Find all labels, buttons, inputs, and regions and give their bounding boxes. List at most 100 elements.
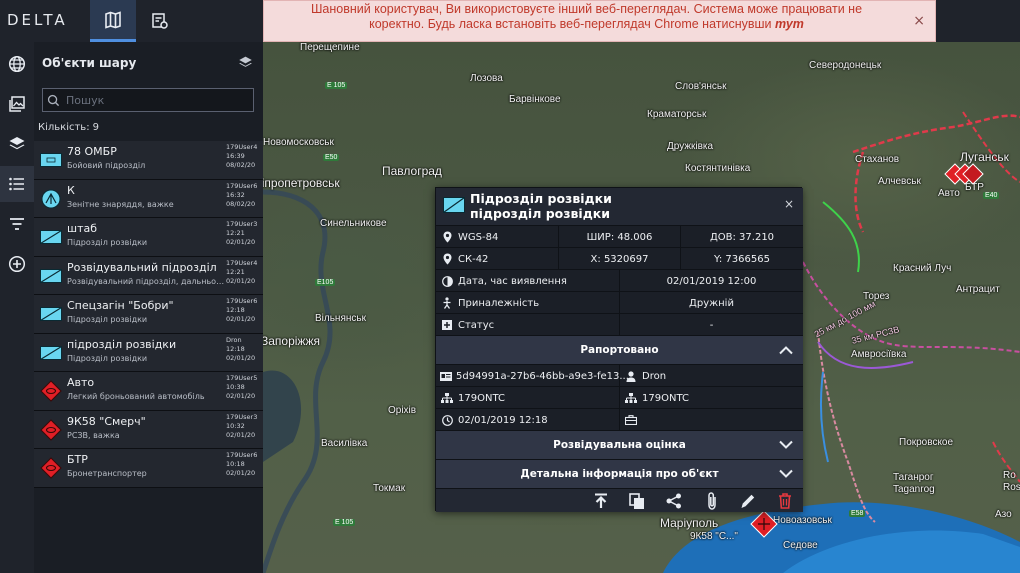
item-date: 08/02/20 bbox=[226, 161, 256, 169]
organization: 179ONTC bbox=[642, 392, 689, 404]
layers-icon bbox=[9, 137, 25, 150]
combat-unit-icon bbox=[39, 151, 63, 169]
add-button[interactable] bbox=[0, 246, 34, 282]
left-toolbar bbox=[0, 42, 34, 573]
close-icon[interactable]: × bbox=[913, 13, 925, 29]
wgs-cell: WGS-84 bbox=[436, 226, 559, 248]
reported-org-row: 179ONTC 179ONTC bbox=[436, 386, 803, 409]
lon-label: ДОВ: bbox=[709, 231, 736, 243]
lat-value: 48.006 bbox=[617, 231, 653, 243]
recon-unit-icon bbox=[39, 267, 63, 285]
item-description: Підрозділ розвідки bbox=[67, 238, 148, 247]
layer-settings-icon bbox=[152, 13, 168, 29]
warning-link[interactable]: тут bbox=[775, 17, 804, 31]
hostile-marker-group[interactable] bbox=[943, 162, 987, 190]
filter-button[interactable] bbox=[0, 206, 34, 242]
chevron-down-icon bbox=[779, 440, 793, 449]
list-button[interactable] bbox=[0, 166, 34, 202]
person-icon bbox=[443, 297, 451, 309]
coord-system: WGS-84 bbox=[458, 231, 499, 243]
item-time: 10:32 bbox=[226, 421, 245, 430]
list-item[interactable]: 9К58 "Смерч" РСЗВ, важка 179User3 10:32 02/0… bbox=[34, 410, 263, 449]
city-label: Токмак bbox=[373, 483, 406, 494]
city-label: Таганрог Taganrog bbox=[893, 472, 935, 495]
share-button[interactable] bbox=[665, 492, 683, 510]
list-item[interactable]: Спецзагін "Бобри" Підрозділ розвідки 179Us… bbox=[34, 295, 263, 334]
images-button[interactable] bbox=[0, 86, 34, 122]
hostile-unit-icon bbox=[39, 418, 63, 441]
report-user: Dron bbox=[642, 370, 667, 382]
organization-icon bbox=[441, 392, 453, 403]
item-name: штаб bbox=[67, 222, 97, 235]
popup-subtitle: підрозділ розвідки bbox=[470, 206, 611, 221]
list-item[interactable]: підрозділ розвідки Підрозділ розвідки Dron… bbox=[34, 333, 263, 372]
city-label: Антрацит bbox=[956, 284, 1000, 295]
copy-button[interactable] bbox=[628, 492, 646, 510]
layers-button[interactable] bbox=[0, 126, 34, 162]
affiliation-label: Приналежність bbox=[458, 297, 540, 309]
search-input[interactable] bbox=[66, 93, 246, 107]
list-item[interactable]: Авто Легкий броньований автомобіль 179User… bbox=[34, 372, 263, 411]
edit-button[interactable] bbox=[739, 492, 757, 510]
layers-switch-button[interactable] bbox=[238, 55, 253, 74]
city-label: Ros bbox=[1003, 482, 1020, 493]
item-user: 179User4 bbox=[226, 258, 258, 267]
city-label: Азо bbox=[995, 509, 1012, 520]
tools-tab[interactable] bbox=[137, 0, 183, 42]
delete-button[interactable] bbox=[776, 492, 794, 510]
map-tab[interactable] bbox=[90, 0, 136, 42]
item-user: 179User6 bbox=[226, 181, 258, 190]
report-id-cell: 5d94991a-27b6-46bb-a9e3-fe13... bbox=[436, 365, 629, 387]
reported-section-header[interactable]: Рапортовано bbox=[436, 335, 803, 364]
detection-date-row: Дата, час виявлення 02/01/2019 12:00 bbox=[436, 269, 803, 292]
intel-assessment-title: Розвідувальна оцінка bbox=[553, 439, 686, 451]
export-button[interactable] bbox=[592, 492, 610, 510]
hostile-unit-icon bbox=[39, 457, 63, 479]
list-item[interactable]: 78 ОМБР Бойовий підрозділ 179User4 16:39 08/… bbox=[34, 141, 263, 180]
city-label: Дружківка bbox=[667, 141, 714, 152]
report-case-cell bbox=[620, 409, 803, 431]
add-circle-icon bbox=[8, 255, 26, 273]
item-time: 12:21 bbox=[226, 267, 245, 276]
close-icon[interactable]: × bbox=[784, 197, 794, 211]
browser-warning: Шановний користувач, Ви використовуєте і… bbox=[263, 0, 936, 42]
report-time-cell: 02/01/2019 12:18 bbox=[436, 409, 620, 431]
report-id: 5d94991a-27b6-46bb-a9e3-fe13... bbox=[456, 370, 629, 382]
x-cell: X: 5320697 bbox=[559, 248, 681, 270]
city-label: Оріхів bbox=[388, 405, 417, 416]
paperclip-icon bbox=[708, 492, 716, 510]
status-label: Статус bbox=[458, 319, 495, 331]
recon-unit-icon bbox=[443, 197, 465, 213]
panel-title: Об'єкти шару bbox=[42, 56, 137, 70]
item-time: 12:21 bbox=[226, 229, 245, 237]
org-cell-2: 179ONTC bbox=[620, 387, 803, 409]
item-time: 10:18 bbox=[226, 460, 245, 468]
affiliation-row: Приналежність Дружній bbox=[436, 291, 803, 314]
hostile-marker-smerch[interactable] bbox=[749, 509, 779, 539]
city-label: Стаханов bbox=[855, 154, 900, 165]
range-line-green bbox=[822, 201, 860, 273]
list-item[interactable]: Розвідувальний підрозділ Розвідувальний п… bbox=[34, 256, 263, 295]
object-details-section[interactable]: Детальна інформація про об'єкт bbox=[436, 459, 803, 488]
item-meta: 179User6 16:32 08/02/20 bbox=[226, 182, 262, 209]
item-user: 179User6 bbox=[226, 451, 258, 459]
item-user: 179User5 bbox=[226, 374, 258, 382]
item-name: підрозділ розвідки bbox=[67, 337, 177, 351]
city-label: Павлоград bbox=[382, 164, 442, 178]
warning-line2: коректно. Будь ласка встановіть веб-пере… bbox=[369, 17, 772, 31]
item-time: 16:39 bbox=[226, 152, 245, 160]
image-icon bbox=[9, 96, 25, 112]
attach-button[interactable] bbox=[703, 492, 721, 510]
city-label: Амвросіївка bbox=[851, 349, 907, 360]
item-user: Dron bbox=[226, 335, 242, 344]
object-info-popup: Підрозділ розвідки підрозділ розвідки × … bbox=[435, 187, 803, 512]
globe-button[interactable] bbox=[0, 46, 34, 82]
road-label: E50 bbox=[323, 154, 340, 161]
popup-title: Підрозділ розвідки bbox=[470, 191, 612, 206]
list-item[interactable]: К Зенітне знаряддя, важке 179User6 16:32 08/… bbox=[34, 179, 263, 218]
list-item[interactable]: штаб Підрозділ розвідки 179User3 12:21 02/01… bbox=[34, 218, 263, 257]
item-description: Бойовий підрозділ bbox=[67, 161, 146, 170]
intel-assessment-section[interactable]: Розвідувальна оцінка bbox=[436, 430, 803, 459]
reported-time-row: 02/01/2019 12:18 bbox=[436, 408, 803, 431]
list-item[interactable]: БТР Бронетранспортер 179User6 10:18 02/01/20 bbox=[34, 449, 263, 488]
